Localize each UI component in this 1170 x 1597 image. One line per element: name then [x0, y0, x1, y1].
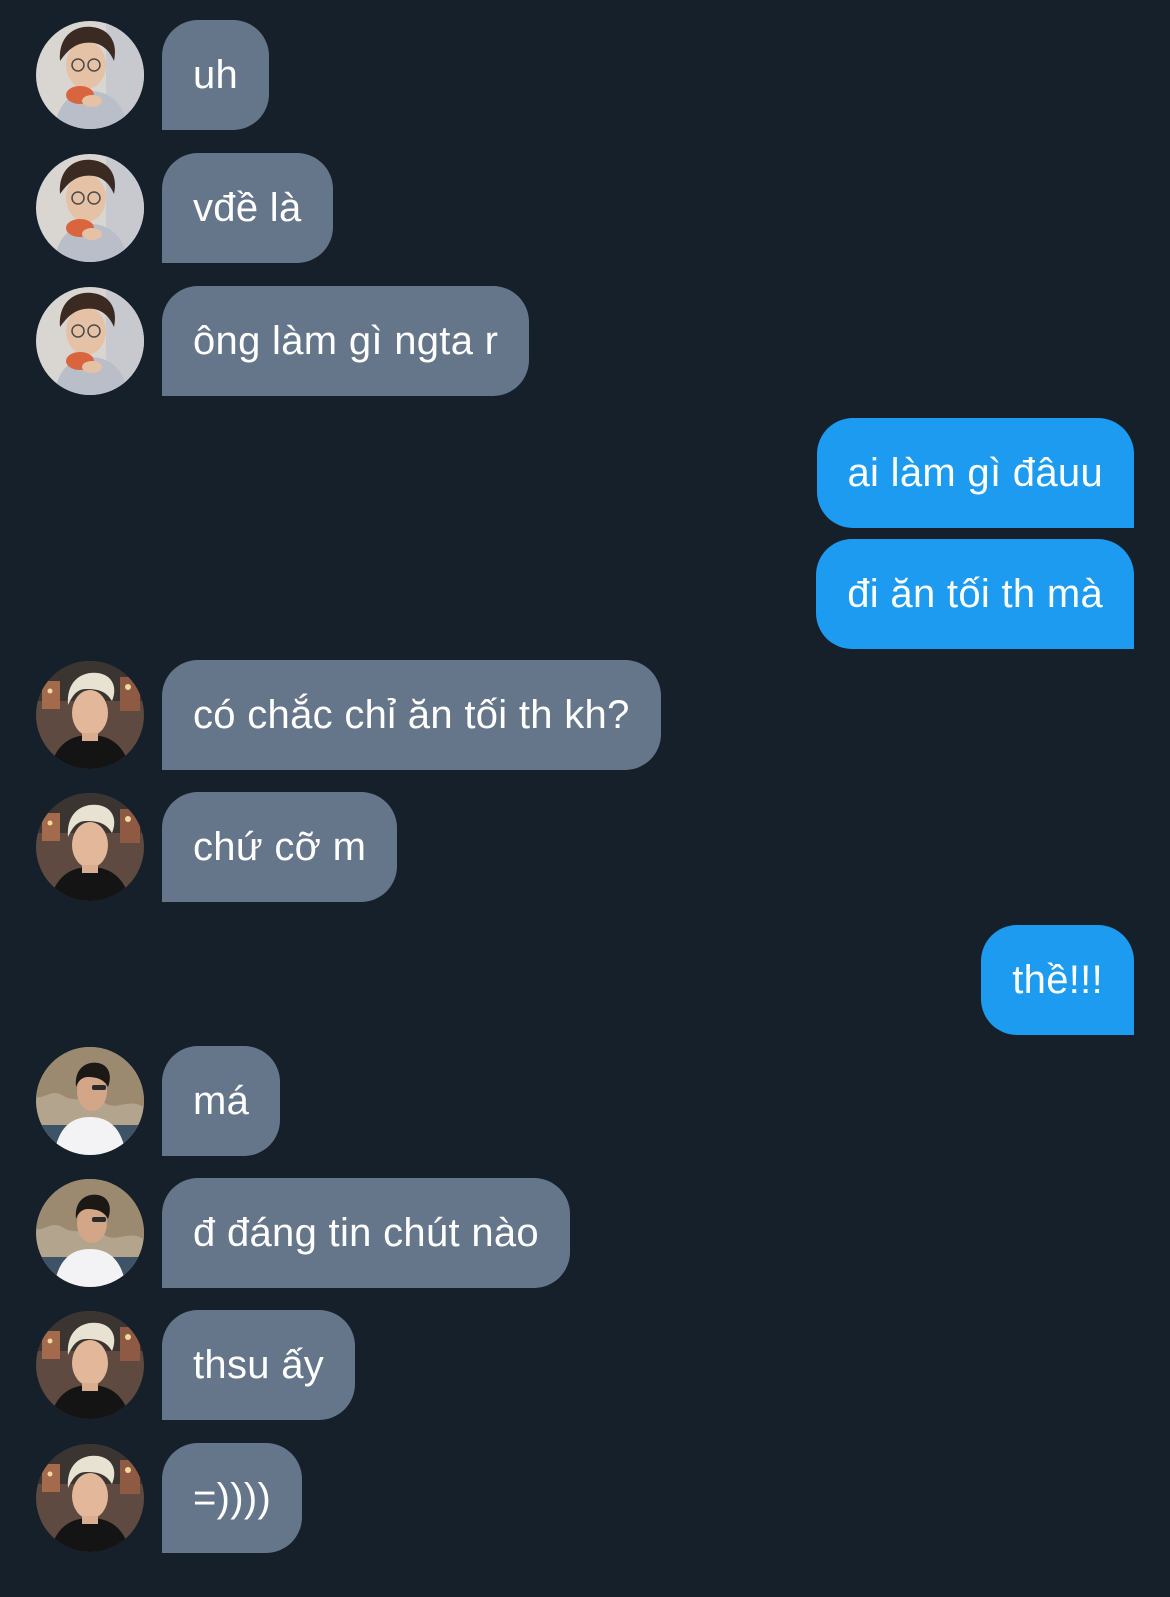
white-shirt-cliff-avatar[interactable] [36, 1179, 144, 1287]
incoming-message-bubble[interactable]: uh [162, 20, 270, 130]
outgoing-message-bubble[interactable]: ai làm gì đâuu [816, 418, 1134, 528]
incoming-message-bubble[interactable]: đ đáng tin chút nào [162, 1178, 570, 1288]
incoming-message-bubble[interactable]: má [162, 1046, 281, 1156]
incoming-message-bubble[interactable]: có chắc chỉ ăn tối th kh? [162, 660, 661, 770]
message-row: có chắc chỉ ăn tối th kh? [0, 660, 1170, 770]
outgoing-message-bubble[interactable]: đi ăn tối th mà [816, 539, 1134, 649]
conversation-thread: uh vđề là ông làm gì ngta r ai làm gì đâ… [0, 0, 1170, 1597]
message-row: thề!!! [0, 925, 1170, 1035]
incoming-message-bubble[interactable]: =)))) [162, 1443, 303, 1553]
message-row: =)))) [0, 1443, 1170, 1553]
white-shirt-cliff-avatar[interactable] [36, 1047, 144, 1155]
message-row: ông làm gì ngta r [0, 286, 1170, 396]
incoming-message-bubble[interactable]: chứ cỡ m [162, 792, 398, 902]
message-row: má [0, 1046, 1170, 1156]
curly-hair-glasses-avatar[interactable] [36, 154, 144, 262]
message-row: uh [0, 20, 1170, 130]
curly-hair-glasses-avatar[interactable] [36, 21, 144, 129]
message-row: chứ cỡ m [0, 792, 1170, 902]
blonde-hair-avatar[interactable] [36, 1444, 144, 1552]
incoming-message-bubble[interactable]: ông làm gì ngta r [162, 286, 530, 396]
message-row: thsu ấy [0, 1310, 1170, 1420]
message-row: đ đáng tin chút nào [0, 1178, 1170, 1288]
incoming-message-bubble[interactable]: thsu ấy [162, 1310, 356, 1420]
outgoing-message-bubble[interactable]: thề!!! [981, 925, 1134, 1035]
message-row: ai làm gì đâuu [0, 418, 1170, 528]
blonde-hair-avatar[interactable] [36, 661, 144, 769]
blonde-hair-avatar[interactable] [36, 793, 144, 901]
message-row: đi ăn tối th mà [0, 539, 1170, 649]
curly-hair-glasses-avatar[interactable] [36, 287, 144, 395]
message-row: vđề là [0, 153, 1170, 263]
blonde-hair-avatar[interactable] [36, 1311, 144, 1419]
incoming-message-bubble[interactable]: vđề là [162, 153, 333, 263]
